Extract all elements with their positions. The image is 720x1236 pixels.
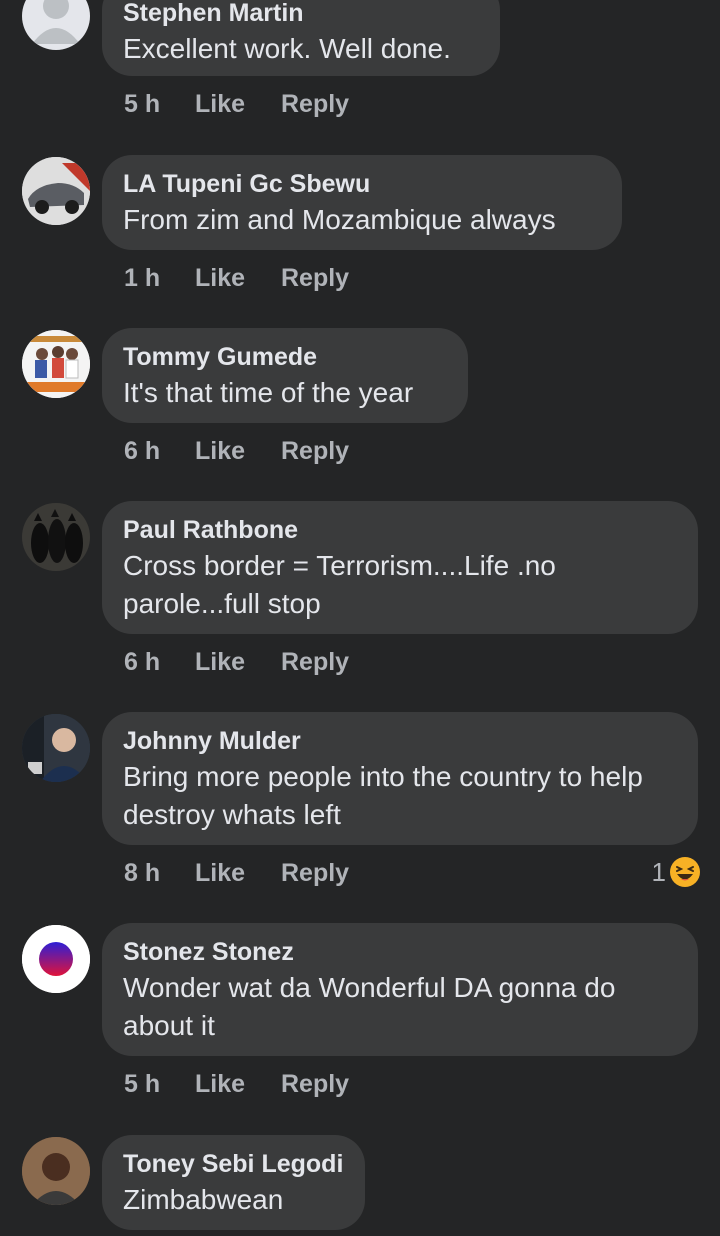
- like-button[interactable]: Like: [195, 858, 245, 888]
- man-photo-icon: [22, 1137, 90, 1205]
- like-button[interactable]: Like: [195, 436, 245, 466]
- poster-photo-icon: [22, 330, 90, 398]
- comment-bubble: Paul Rathbone Cross border = Terrorism..…: [102, 501, 698, 634]
- avatar[interactable]: [22, 714, 90, 782]
- commenter-name[interactable]: LA Tupeni Gc Sbewu: [123, 169, 600, 199]
- commenter-name[interactable]: Toney Sebi Legodi: [123, 1149, 343, 1179]
- comment-text: Cross border = Terrorism....Life .no par…: [123, 550, 556, 619]
- avatar[interactable]: [22, 157, 90, 225]
- reaction-count: 1: [651, 857, 666, 887]
- like-button[interactable]: Like: [195, 89, 245, 119]
- avatar[interactable]: [22, 0, 90, 50]
- reply-button[interactable]: Reply: [281, 436, 349, 466]
- reply-button[interactable]: Reply: [281, 89, 349, 119]
- man-photo-icon: [22, 714, 90, 782]
- comment-bubble: Tommy Gumede It's that time of the year: [102, 328, 468, 423]
- comment-bubble: Stephen Martin Excellent work. Well done…: [102, 0, 500, 76]
- comment-bubble: Stonez Stonez Wonder wat da Wonderful DA…: [102, 923, 698, 1056]
- default-avatar-icon: [32, 0, 80, 44]
- haha-icon: [670, 857, 700, 887]
- comment-time[interactable]: 5 h: [124, 89, 160, 119]
- comment-bubble: LA Tupeni Gc Sbewu From zim and Mozambiq…: [102, 155, 622, 250]
- comment-text: From zim and Mozambique always: [123, 204, 556, 235]
- like-button[interactable]: Like: [195, 1069, 245, 1099]
- gradient-circle-icon: [22, 925, 90, 993]
- comment-text: Excellent work. Well done.: [123, 33, 451, 64]
- comment-text: Bring more people into the country to he…: [123, 761, 643, 830]
- comment-text: Wonder wat da Wonderful DA gonna do abou…: [123, 972, 616, 1041]
- reply-button[interactable]: Reply: [281, 1069, 349, 1099]
- comment-bubble: Johnny Mulder Bring more people into the…: [102, 712, 698, 845]
- comment-time[interactable]: 8 h: [124, 858, 160, 888]
- comment-time[interactable]: 1 h: [124, 263, 160, 293]
- comment-time[interactable]: 6 h: [124, 436, 160, 466]
- car-photo-icon: [22, 157, 90, 225]
- reply-button[interactable]: Reply: [281, 647, 349, 677]
- reaction-summary[interactable]: 1: [652, 857, 700, 887]
- avatar[interactable]: [22, 503, 90, 571]
- commenter-name[interactable]: Paul Rathbone: [123, 515, 676, 545]
- avatar[interactable]: [22, 1137, 90, 1205]
- avatar[interactable]: [22, 925, 90, 993]
- comment-text: It's that time of the year: [123, 377, 414, 408]
- comment-bubble: Toney Sebi Legodi Zimbabwean: [102, 1135, 365, 1230]
- commenter-name[interactable]: Johnny Mulder: [123, 726, 676, 756]
- reply-button[interactable]: Reply: [281, 858, 349, 888]
- like-button[interactable]: Like: [195, 263, 245, 293]
- dogs-photo-icon: [22, 503, 90, 571]
- like-button[interactable]: Like: [195, 647, 245, 677]
- commenter-name[interactable]: Stephen Martin: [123, 0, 478, 28]
- comment-time[interactable]: 6 h: [124, 647, 160, 677]
- comment-time[interactable]: 5 h: [124, 1069, 160, 1099]
- comment-text: Zimbabwean: [123, 1184, 284, 1215]
- commenter-name[interactable]: Stonez Stonez: [123, 937, 676, 967]
- avatar[interactable]: [22, 330, 90, 398]
- commenter-name[interactable]: Tommy Gumede: [123, 342, 446, 372]
- reply-button[interactable]: Reply: [281, 263, 349, 293]
